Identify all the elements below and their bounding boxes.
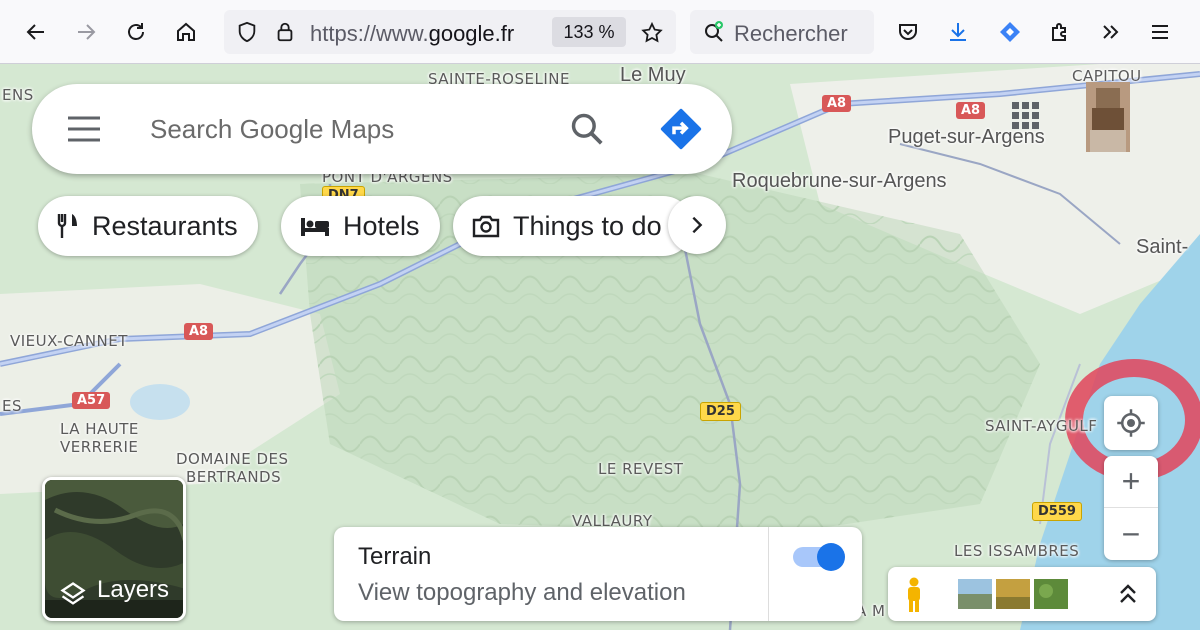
expand-button[interactable] (1116, 581, 1140, 612)
road-shield: A8 (184, 323, 214, 340)
url-domain: google.fr (428, 21, 515, 46)
chip-label: Hotels (343, 210, 420, 241)
road-shield: A57 (72, 392, 111, 409)
google-apps-button[interactable] (1010, 100, 1042, 137)
terrain-card: Terrain View topography and elevation (334, 527, 862, 621)
maps-search-box (32, 84, 732, 174)
extensions-menu-button[interactable] (1040, 12, 1080, 52)
zoom-controls: + − (1104, 456, 1158, 560)
browser-toolbar: https://www.google.fr 133 % Rechercher (0, 0, 1200, 64)
puzzle-icon (1052, 23, 1066, 41)
home-button[interactable] (166, 12, 206, 52)
url-bar[interactable]: https://www.google.fr 133 % (224, 10, 676, 54)
imagery-thumbnail-icon (996, 579, 1030, 609)
map-label: BERTRANDS (186, 468, 282, 486)
bookmark-star-icon[interactable] (640, 21, 664, 45)
camera-icon (472, 215, 500, 238)
imagery-thumbnail-icon (958, 579, 992, 609)
downloads-button[interactable] (938, 12, 978, 52)
map-label: LE REVEST (598, 460, 684, 478)
road-shield: D25 (700, 402, 741, 421)
avatar[interactable] (1086, 82, 1130, 152)
forward-arrow-icon (78, 24, 96, 40)
browser-search-placeholder: Rechercher (734, 21, 848, 46)
chip-label: Things to do (513, 210, 662, 241)
url-prefix: https://www. (310, 21, 429, 46)
restaurant-icon (57, 214, 77, 238)
hamburger-menu-icon (1152, 25, 1168, 39)
layers-icon (60, 582, 86, 605)
pegman-button[interactable] (904, 577, 924, 618)
chips-next-button[interactable] (668, 196, 726, 254)
layers-label: Layers (97, 576, 170, 603)
road-shield: D559 (1032, 502, 1082, 521)
maps-search-input[interactable] (150, 106, 550, 152)
hotel-icon (301, 218, 329, 236)
forward-button[interactable] (66, 12, 106, 52)
shield-icon (238, 21, 256, 43)
directions-icon (660, 108, 702, 150)
layers-button[interactable]: Layers (42, 477, 186, 621)
map-label: LES ISSAMBRES (954, 542, 1080, 560)
map-canvas[interactable]: SAINTE-ROSELINE Le Muy CAPITOU Puget-sur… (0, 64, 1200, 630)
home-icon (177, 22, 195, 41)
map-label: DOMAINE DES (176, 450, 289, 468)
directions-button[interactable] (660, 108, 702, 155)
toggle-knob (817, 543, 845, 571)
map-label: VERRERIE (60, 438, 139, 456)
pegman-icon (908, 577, 920, 612)
map-label: LA HAUTE (60, 420, 139, 438)
map-label: Saint- (1136, 236, 1189, 258)
chip-label: Restaurants (92, 210, 238, 241)
chip-things-to-do[interactable]: Things to do (453, 196, 693, 256)
street-view-bar (888, 567, 1156, 621)
chip-restaurants[interactable]: Restaurants (38, 196, 258, 256)
reload-icon (128, 23, 144, 40)
pocket-button[interactable] (888, 12, 928, 52)
map-label: VIEUX-CANNET (10, 332, 128, 350)
road-shield: A8 (822, 95, 852, 112)
chevron-right-icon (692, 216, 703, 234)
terrain-title: Terrain (358, 543, 432, 570)
url-text[interactable]: https://www.google.fr (310, 21, 542, 47)
download-icon (950, 23, 966, 41)
extension-diamond-icon (1000, 22, 1020, 42)
my-location-button[interactable] (1104, 396, 1158, 450)
map-label: Roquebrune-sur-Argens (732, 170, 947, 192)
chevrons-up-icon (1120, 584, 1136, 603)
reload-button[interactable] (116, 12, 156, 52)
extension-button[interactable] (990, 12, 1030, 52)
search-icon (571, 113, 603, 145)
map-label: ES (2, 397, 22, 415)
zoom-in-button[interactable]: + (1104, 456, 1158, 508)
avatar-pixelated-icon (1086, 82, 1130, 152)
app-menu-button[interactable] (1140, 12, 1180, 52)
lock-icon (277, 22, 293, 42)
browser-search-bar[interactable]: Rechercher (690, 10, 874, 54)
back-arrow-icon (26, 24, 44, 40)
terrain-toggle[interactable] (768, 527, 862, 621)
search-add-icon (705, 21, 723, 42)
map-label: SAINT-AYGULF (985, 417, 1098, 435)
menu-button[interactable] (66, 114, 102, 149)
overflow-button[interactable] (1090, 12, 1130, 52)
road-shield: A8 (956, 102, 986, 119)
map-label: ENS (2, 86, 34, 104)
crosshair-location-icon (1117, 409, 1145, 437)
chevrons-right-icon (1103, 25, 1119, 39)
terrain-subtitle: View topography and elevation (358, 579, 686, 606)
imagery-thumbnails[interactable] (958, 579, 1074, 609)
apps-grid-icon (1012, 102, 1039, 129)
back-button[interactable] (16, 12, 56, 52)
search-button[interactable] (568, 110, 606, 153)
zoom-level-badge[interactable]: 133 % (552, 17, 626, 47)
chip-hotels[interactable]: Hotels (281, 196, 440, 256)
zoom-out-button[interactable]: − (1104, 508, 1158, 560)
pocket-icon (899, 24, 917, 40)
imagery-thumbnail-icon (1034, 579, 1068, 609)
hamburger-menu-icon (68, 116, 100, 142)
